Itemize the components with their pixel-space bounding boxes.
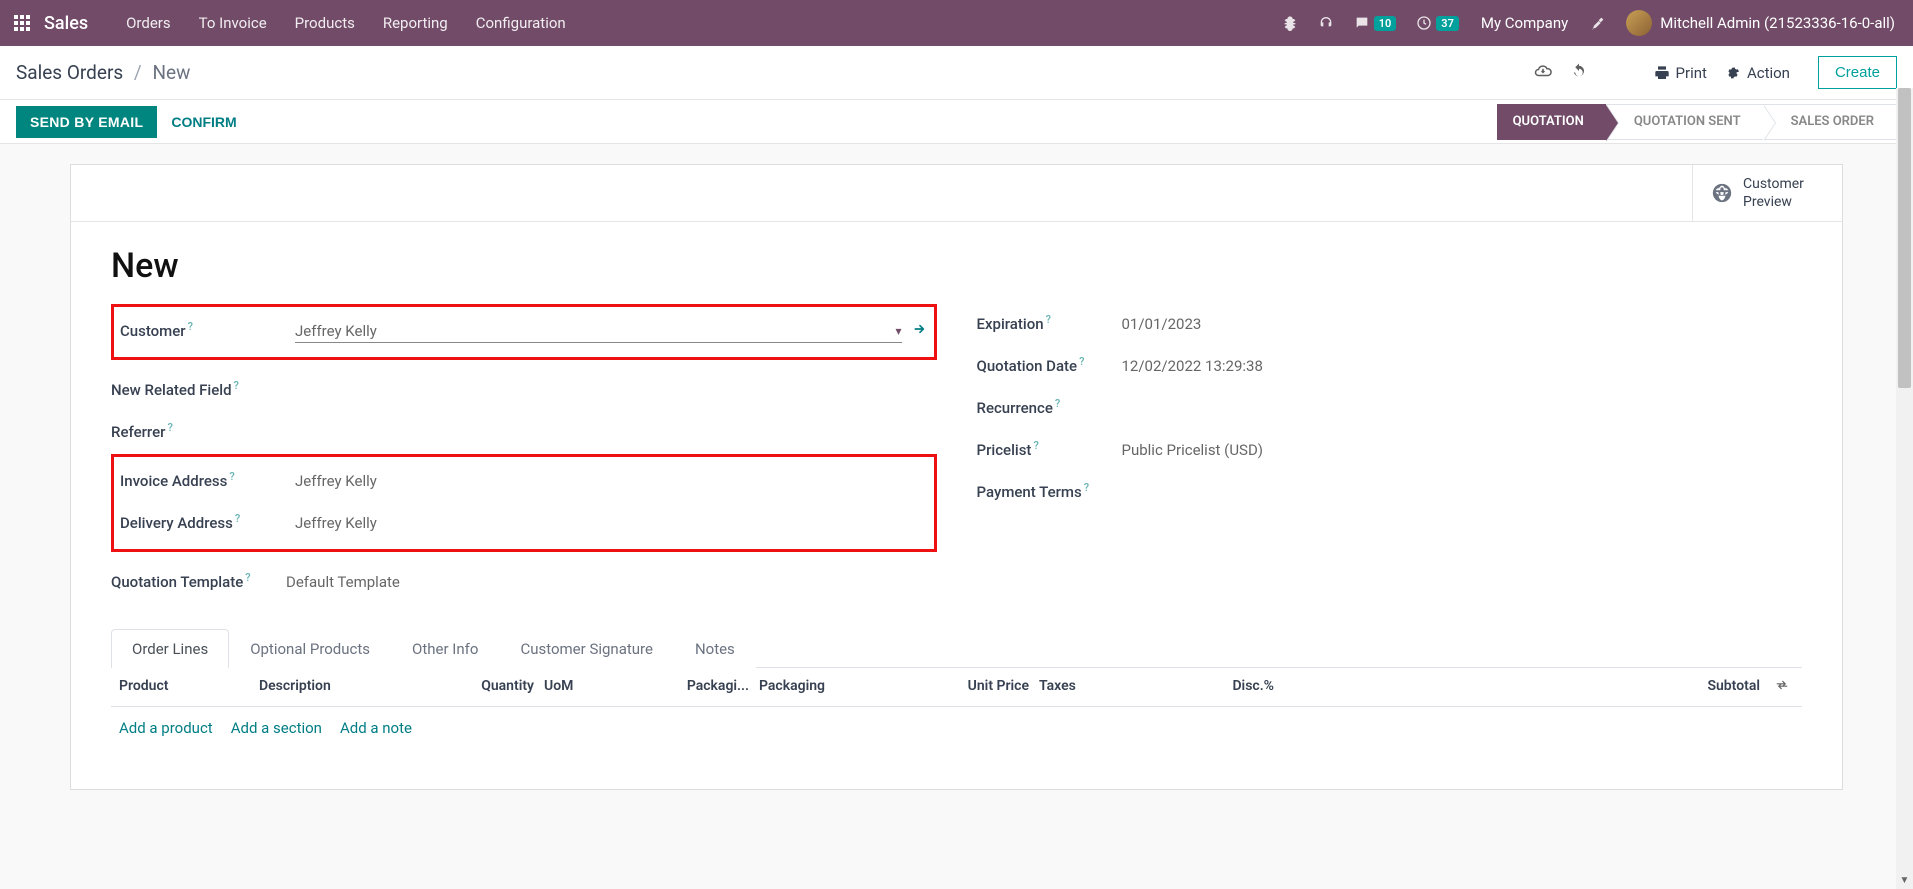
- menu-reporting[interactable]: Reporting: [369, 14, 462, 32]
- menu-orders[interactable]: Orders: [112, 14, 185, 32]
- create-button[interactable]: Create: [1818, 56, 1897, 89]
- chevron-down-icon: ▾: [895, 324, 901, 338]
- external-link-icon[interactable]: [912, 321, 928, 341]
- avatar: [1626, 10, 1652, 36]
- form-sheet: Customer Preview New Customer? Jeffrey K…: [70, 164, 1843, 790]
- user-menu[interactable]: Mitchell Admin (21523336-16-0-all): [1616, 10, 1905, 36]
- delivery-address-label: Delivery Address: [120, 514, 233, 532]
- scroll-thumb[interactable]: [1898, 88, 1911, 388]
- app-brand[interactable]: Sales: [44, 13, 88, 34]
- stage-quotation[interactable]: QUOTATION: [1497, 104, 1606, 140]
- highlight-addresses: Invoice Address? Jeffrey Kelly Delivery …: [111, 454, 937, 552]
- invoice-address-field[interactable]: Jeffrey Kelly: [295, 470, 928, 492]
- vertical-scrollbar[interactable]: ▲ ▼: [1896, 88, 1913, 889]
- control-panel: Sales Orders / New Print Action Create: [0, 46, 1913, 100]
- referrer-field[interactable]: [286, 430, 937, 434]
- cloud-save-icon[interactable]: [1534, 62, 1552, 84]
- add-section-link[interactable]: Add a section: [231, 719, 322, 737]
- messages-badge: 10: [1374, 16, 1397, 31]
- col-taxes: Taxes: [1039, 678, 1189, 696]
- pricelist-label: Pricelist: [977, 441, 1032, 459]
- debug-icon[interactable]: [1272, 15, 1308, 31]
- new-related-label: New Related Field: [111, 381, 232, 399]
- action-button[interactable]: Action: [1725, 64, 1790, 82]
- tools-icon[interactable]: [1580, 15, 1616, 31]
- discard-icon[interactable]: [1570, 62, 1588, 84]
- customer-field[interactable]: Jeffrey Kelly ▾: [295, 320, 902, 343]
- status-bar: SEND BY EMAIL CONFIRM QUOTATION QUOTATIO…: [0, 100, 1913, 144]
- tab-order-lines[interactable]: Order Lines: [111, 629, 229, 668]
- menu-products[interactable]: Products: [281, 14, 369, 32]
- col-packaging: Packaging: [759, 678, 919, 696]
- breadcrumb-current: New: [152, 61, 190, 84]
- add-note-link[interactable]: Add a note: [340, 719, 412, 737]
- col-packaging-qty: Packagi...: [674, 678, 749, 696]
- col-product: Product: [119, 678, 249, 696]
- menu-configuration[interactable]: Configuration: [462, 14, 580, 32]
- apps-icon[interactable]: [14, 15, 30, 31]
- customer-preview-label-1: Customer: [1743, 175, 1804, 193]
- delivery-address-field[interactable]: Jeffrey Kelly: [295, 512, 928, 534]
- stage-quotation-sent[interactable]: QUOTATION SENT: [1606, 104, 1763, 140]
- payment-terms-label: Payment Terms: [977, 483, 1082, 501]
- activities-icon[interactable]: 37: [1406, 15, 1469, 31]
- stage-sales-order[interactable]: SALES ORDER: [1763, 104, 1897, 140]
- menu-to-invoice[interactable]: To Invoice: [185, 14, 281, 32]
- col-unit-price: Unit Price: [929, 678, 1029, 696]
- invoice-address-label: Invoice Address: [120, 472, 227, 490]
- tab-notes[interactable]: Notes: [674, 629, 756, 668]
- col-description: Description: [259, 678, 429, 696]
- quotation-template-label: Quotation Template: [111, 573, 243, 591]
- print-button[interactable]: Print: [1654, 64, 1707, 82]
- recurrence-label: Recurrence: [977, 399, 1053, 417]
- col-quantity: Quantity: [439, 678, 534, 696]
- quotation-template-field[interactable]: Default Template: [286, 571, 937, 593]
- user-name: Mitchell Admin (21523336-16-0-all): [1660, 14, 1895, 32]
- add-product-link[interactable]: Add a product: [119, 719, 213, 737]
- customer-label: Customer: [120, 322, 186, 340]
- col-options-icon[interactable]: [1770, 678, 1794, 696]
- customer-preview-button[interactable]: Customer Preview: [1692, 165, 1842, 221]
- tab-other-info[interactable]: Other Info: [391, 629, 499, 668]
- highlight-customer: Customer? Jeffrey Kelly ▾: [111, 304, 937, 360]
- expiration-field[interactable]: 01/01/2023: [1122, 313, 1803, 335]
- recurrence-field[interactable]: [1122, 406, 1803, 410]
- globe-icon: [1711, 182, 1733, 204]
- top-nav: Sales Orders To Invoice Products Reporti…: [0, 0, 1913, 46]
- breadcrumb-root[interactable]: Sales Orders: [16, 61, 123, 84]
- tab-customer-signature[interactable]: Customer Signature: [499, 629, 674, 668]
- form-title: New: [111, 246, 1802, 286]
- form-tabs: Order Lines Optional Products Other Info…: [111, 628, 1802, 668]
- scroll-down-icon[interactable]: ▼: [1896, 872, 1913, 889]
- messages-icon[interactable]: 10: [1344, 15, 1407, 31]
- col-subtotal: Subtotal: [1284, 678, 1760, 696]
- breadcrumb-sep: /: [134, 61, 142, 84]
- payment-terms-field[interactable]: [1122, 490, 1803, 494]
- quotation-date-label: Quotation Date: [977, 357, 1078, 375]
- customer-preview-label-2: Preview: [1743, 193, 1804, 211]
- col-uom: UoM: [544, 678, 664, 696]
- breadcrumb: Sales Orders / New: [16, 61, 190, 84]
- support-icon[interactable]: [1308, 15, 1344, 31]
- expiration-label: Expiration: [977, 315, 1044, 333]
- orderlines-header: Product Description Quantity UoM Packagi…: [111, 668, 1802, 707]
- activities-badge: 37: [1436, 16, 1459, 31]
- company-selector[interactable]: My Company: [1469, 14, 1580, 32]
- customer-value: Jeffrey Kelly: [295, 322, 377, 340]
- tab-optional-products[interactable]: Optional Products: [229, 629, 391, 668]
- referrer-label: Referrer: [111, 423, 165, 441]
- quotation-date-field[interactable]: 12/02/2022 13:29:38: [1122, 355, 1803, 377]
- col-discount: Disc.%: [1199, 678, 1274, 696]
- pricelist-field[interactable]: Public Pricelist (USD): [1122, 439, 1803, 461]
- orderlines-add-row: Add a product Add a section Add a note: [111, 707, 1802, 749]
- confirm-button[interactable]: CONFIRM: [157, 106, 250, 138]
- stage-indicator: QUOTATION QUOTATION SENT SALES ORDER: [1497, 104, 1897, 140]
- send-by-email-button[interactable]: SEND BY EMAIL: [16, 106, 157, 138]
